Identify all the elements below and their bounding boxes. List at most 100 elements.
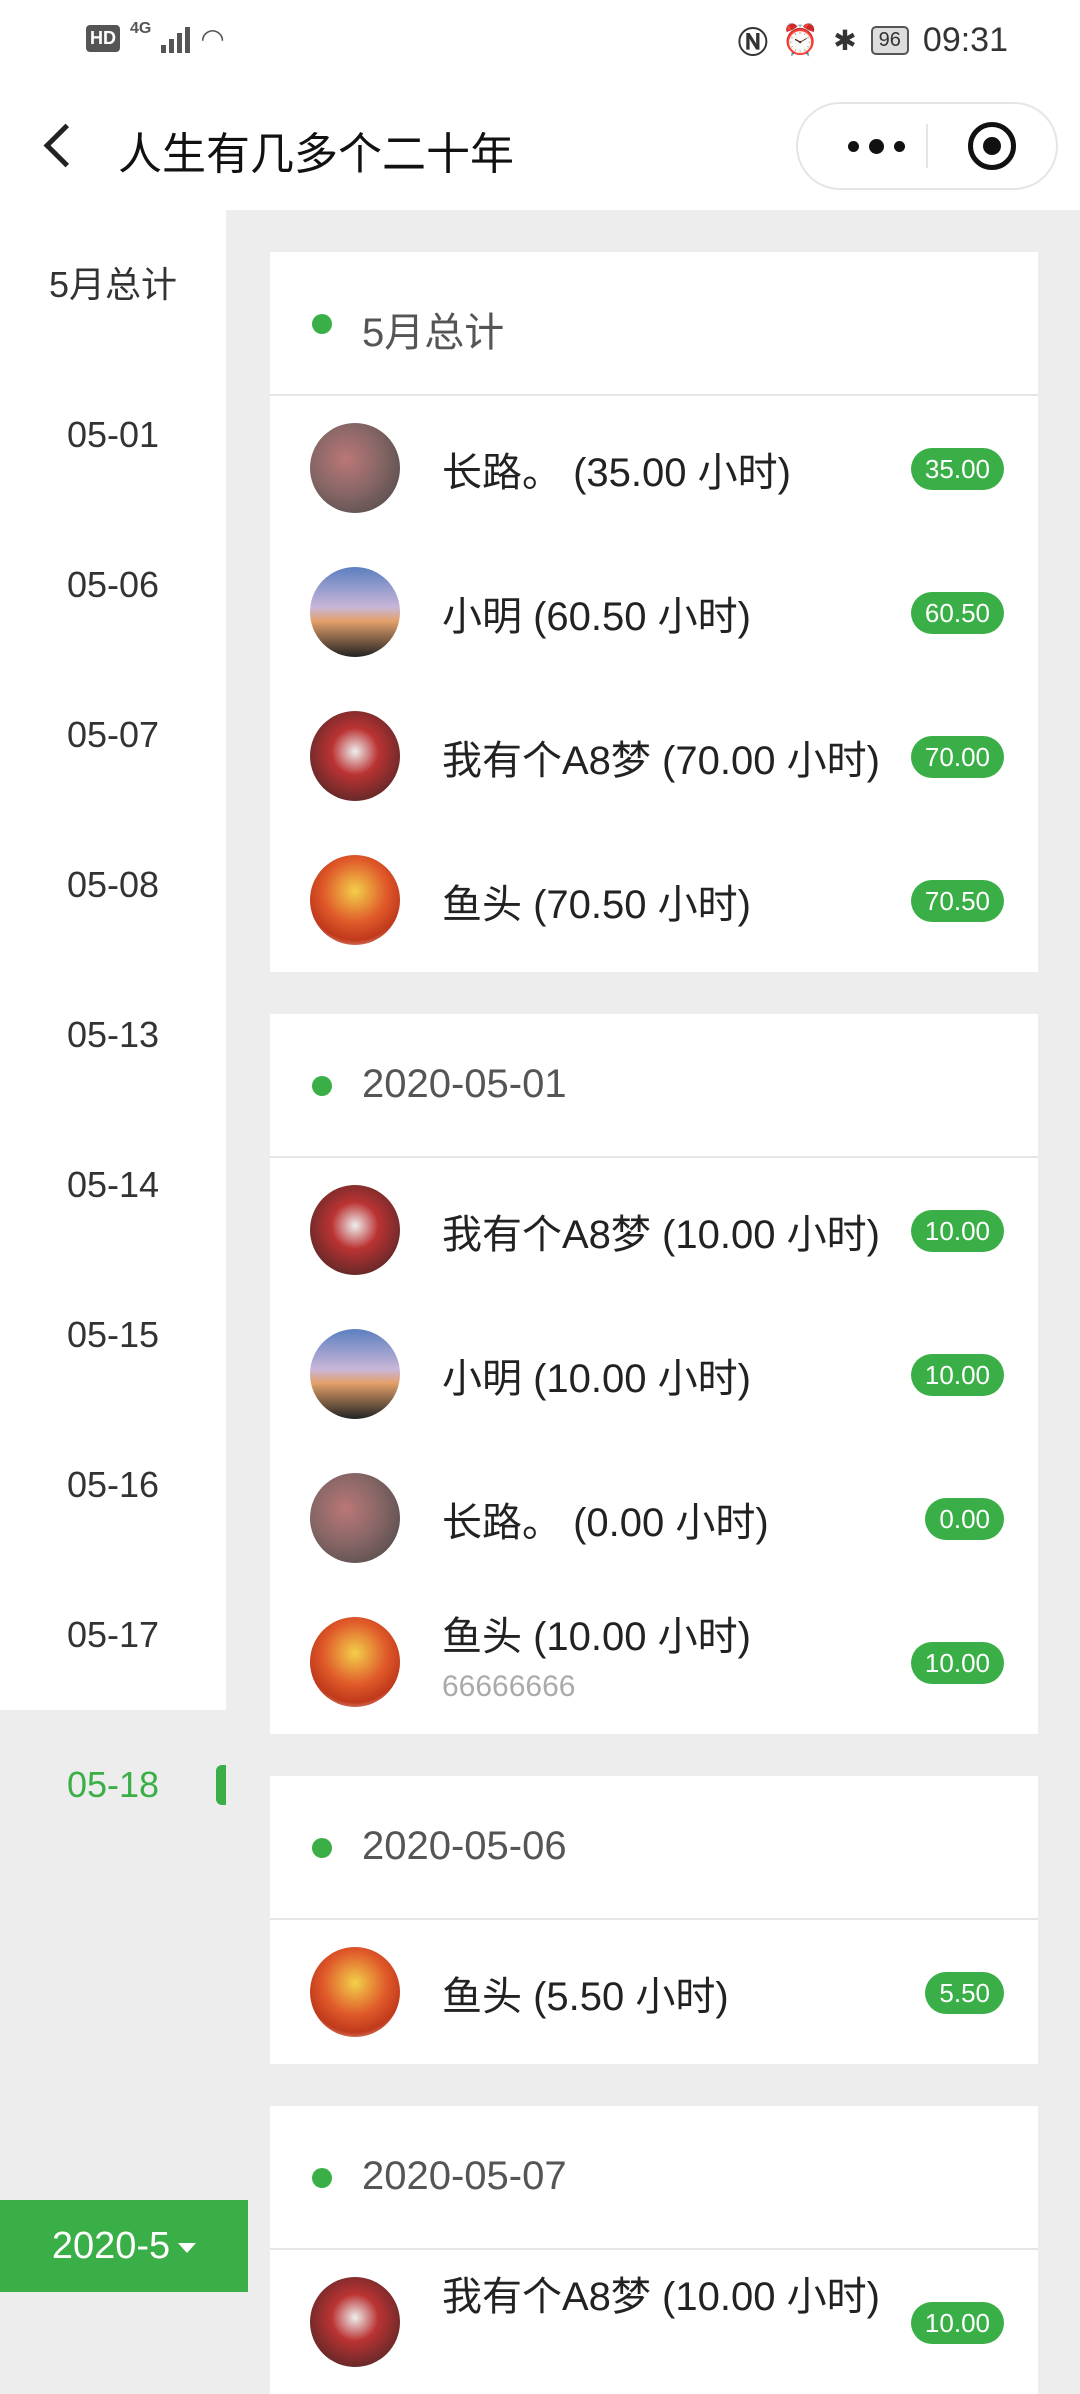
member-name: 我有个A8梦 (70.00 小时) [442,739,880,783]
section-dot-icon [312,1076,332,1096]
list-item[interactable]: 鱼头 (70.50 小时) 70.50 [270,828,1038,972]
sidebar-item-0506[interactable]: 05-06 [0,510,226,660]
avatar [310,1185,400,1275]
avatar [310,711,400,801]
list-item[interactable]: 我有个A8梦 (10.00 小时) 10.00 [270,1158,1038,1302]
section-title: 2020-05-01 [362,1062,567,1106]
close-miniapp-button[interactable] [968,122,1016,170]
sidebar-item-label: 05-13 [66,1014,160,1055]
member-name: 鱼头 (5.50 小时) [442,1975,729,2019]
section-title: 2020-05-06 [362,1824,567,1868]
sidebar-item-0508[interactable]: 05-08 [0,810,226,960]
section-card-month-total: 5月总计 长路。 (35.00 小时) 35.00 小明 (60.50 小时) … [270,252,1038,972]
sidebar-item-label: 05-06 [66,564,160,605]
sidebar-item-label: 05-07 [66,714,160,755]
status-bar: HD 4G ◠ Ⓝ ⏰ ✱ 96 09:31 [0,0,1080,80]
avatar [310,1947,400,2037]
hours-badge: 60.50 [910,592,1004,634]
sidebar-item-label: 05-14 [66,1164,160,1205]
sidebar-item-label: 5月总计 [48,264,178,305]
member-name: 我有个A8梦 (10.00 小时) [442,2275,880,2319]
status-left: HD 4G ◠ [86,19,225,55]
section-header: 5月总计 [270,252,1038,396]
hd-icon: HD [86,25,120,52]
member-name: 长路。 (0.00 小时) [442,1501,769,1545]
avatar [310,2277,400,2367]
active-indicator [216,1765,226,1805]
sidebar-item-0501[interactable]: 05-01 [0,360,226,510]
hours-badge: 35.00 [910,448,1004,490]
sidebar-item-0515[interactable]: 05-15 [0,1260,226,1410]
capsule-divider [926,124,928,168]
avatar [310,1329,400,1419]
section-dot-icon [312,2168,332,2188]
hours-badge: 70.00 [910,736,1004,778]
month-picker-button[interactable]: 2020-5 [0,2200,248,2292]
battery-icon: 96 [870,25,909,55]
section-title: 5月总计 [362,311,505,355]
nfc-icon: Ⓝ [737,27,768,60]
hours-badge: 5.50 [925,1972,1004,2014]
member-note: 66666666 [442,1670,576,1703]
hours-badge: 10.00 [910,1642,1004,1684]
section-dot-icon [312,1838,332,1858]
avatar [310,567,400,657]
back-button[interactable] [40,120,80,170]
clock: 09:31 [922,20,1008,59]
hours-badge: 70.50 [910,880,1004,922]
list-item[interactable]: 鱼头 (5.50 小时) 5.50 [270,1920,1038,2064]
sidebar-item-0516[interactable]: 05-16 [0,1410,226,1560]
member-name: 我有个A8梦 (10.00 小时) [442,1213,880,1257]
alarm-icon: ⏰ [781,23,820,57]
more-button[interactable] [836,126,916,166]
sidebar-item-0507[interactable]: 05-07 [0,660,226,810]
hours-badge: 10.00 [910,1354,1004,1396]
page-title: 人生有几多个二十年 [118,130,514,179]
miniapp-capsule [796,102,1058,190]
sidebar-item-0518[interactable]: 05-18 [0,1710,226,1860]
caret-down-icon [178,2242,197,2253]
hours-badge: 10.00 [910,2302,1004,2344]
avatar [310,1473,400,1563]
list-item[interactable]: 我有个A8梦 (10.00 小时) 10.00 [270,2250,1038,2394]
sidebar-item-0514[interactable]: 05-14 [0,1110,226,1260]
status-right: Ⓝ ⏰ ✱ 96 09:31 [738,18,1008,62]
sidebar-item-label: 05-08 [66,864,160,905]
month-picker-label: 2020-5 [51,2225,171,2267]
list-item[interactable]: 小明 (10.00 小时) 10.00 [270,1302,1038,1446]
member-name: 鱼头 (70.50 小时) [442,883,751,927]
member-name: 长路。 (35.00 小时) [442,451,791,495]
section-dot-icon [312,314,332,334]
section-header: 2020-05-06 [270,1776,1038,1920]
list-item[interactable]: 鱼头 (10.00 小时) 66666666 10.00 [270,1590,1038,1734]
sidebar-item-label: 05-01 [66,414,160,455]
section-header: 2020-05-01 [270,1014,1038,1158]
list-item[interactable]: 长路。 (0.00 小时) 0.00 [270,1446,1038,1590]
sidebar-item-0517[interactable]: 05-17 [0,1560,226,1710]
sidebar-item-month-total[interactable]: 5月总计 [0,210,226,360]
avatar [310,1617,400,1707]
nav-bar: 人生有几多个二十年 [0,80,1080,210]
sidebar-item-label: 05-18 [66,1764,160,1805]
date-sidebar: 5月总计 05-01 05-06 05-07 05-08 05-13 05-14… [0,210,226,1860]
avatar [310,423,400,513]
hours-badge: 0.00 [925,1498,1004,1540]
wifi-icon: ◠ [200,23,225,54]
section-card-2020-05-07: 2020-05-07 我有个A8梦 (10.00 小时) 10.00 [270,2106,1038,2394]
list-item[interactable]: 我有个A8梦 (70.00 小时) 70.00 [270,684,1038,828]
signal-icon [161,25,191,53]
bluetooth-icon: ✱ [833,24,857,56]
sidebar-item-label: 05-15 [66,1314,160,1355]
section-title: 2020-05-07 [362,2154,567,2198]
member-name: 小明 (60.50 小时) [442,595,751,639]
section-card-2020-05-06: 2020-05-06 鱼头 (5.50 小时) 5.50 [270,1776,1038,2064]
member-name: 鱼头 (10.00 小时) [442,1615,751,1659]
section-header: 2020-05-07 [270,2106,1038,2250]
member-name: 小明 (10.00 小时) [442,1357,751,1401]
network-type-label: 4G [130,19,152,37]
sidebar-item-label: 05-17 [66,1614,160,1655]
list-item[interactable]: 小明 (60.50 小时) 60.50 [270,540,1038,684]
avatar [310,855,400,945]
list-item[interactable]: 长路。 (35.00 小时) 35.00 [270,396,1038,540]
sidebar-item-0513[interactable]: 05-13 [0,960,226,1110]
